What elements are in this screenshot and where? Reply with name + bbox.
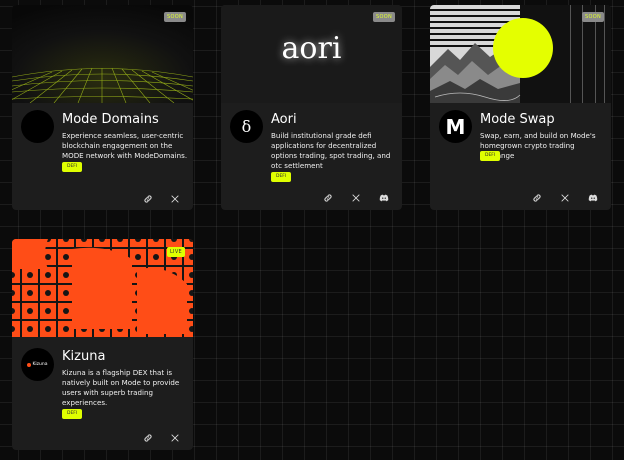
project-title: Aori: [271, 112, 297, 127]
category-tag: DEFI: [271, 172, 292, 182]
status-badge: LIVE: [166, 247, 185, 257]
category-tag: DEFI: [62, 162, 83, 172]
project-card-mode-domains[interactable]: SOON Mode Domains Experience seamless, u…: [12, 5, 193, 210]
project-title: Mode Swap: [480, 112, 555, 127]
link-icon[interactable]: [531, 192, 543, 204]
project-card-aori[interactable]: aori SOON δ Aori Build institutional gra…: [221, 5, 402, 210]
project-title: Mode Domains: [62, 112, 159, 127]
discord-icon[interactable]: [378, 192, 390, 204]
category-tag: DEFI: [480, 151, 501, 161]
link-icon[interactable]: [142, 193, 154, 205]
project-description: Experience seamless, user-centric blockc…: [62, 131, 188, 160]
x-icon[interactable]: [169, 193, 181, 205]
discord-icon[interactable]: [587, 192, 599, 204]
project-title: Kizuna: [62, 349, 106, 364]
aori-wordmark: aori: [281, 31, 342, 66]
project-description: Kizuna is a flagship DEX that is nativel…: [62, 368, 180, 407]
kizuna-logo-text: Kizuna: [32, 362, 48, 367]
kizuna-logo-dot: [27, 362, 32, 367]
status-badge: SOON: [373, 12, 395, 22]
x-icon[interactable]: [559, 192, 571, 204]
project-description: Build institutional grade defi applicati…: [271, 131, 391, 170]
category-tag: DEFI: [62, 409, 83, 419]
mode-domains-logo: [21, 110, 54, 143]
mode-swap-logo: M: [439, 110, 472, 143]
aori-logo: δ: [230, 110, 263, 143]
status-badge: SOON: [164, 12, 186, 22]
status-badge: SOON: [582, 12, 604, 22]
kizuna-logo: Kizuna: [21, 348, 54, 381]
project-card-mode-swap[interactable]: SOON M Mode Swap Swap, earn, and build o…: [430, 5, 611, 210]
link-icon[interactable]: [322, 192, 334, 204]
kizuna-banner: [12, 239, 193, 337]
x-icon[interactable]: [350, 192, 362, 204]
link-icon[interactable]: [142, 432, 154, 444]
project-card-kizuna[interactable]: LIVE Kizuna Kizuna Kizuna is a flagship …: [12, 239, 193, 450]
x-icon[interactable]: [169, 432, 181, 444]
